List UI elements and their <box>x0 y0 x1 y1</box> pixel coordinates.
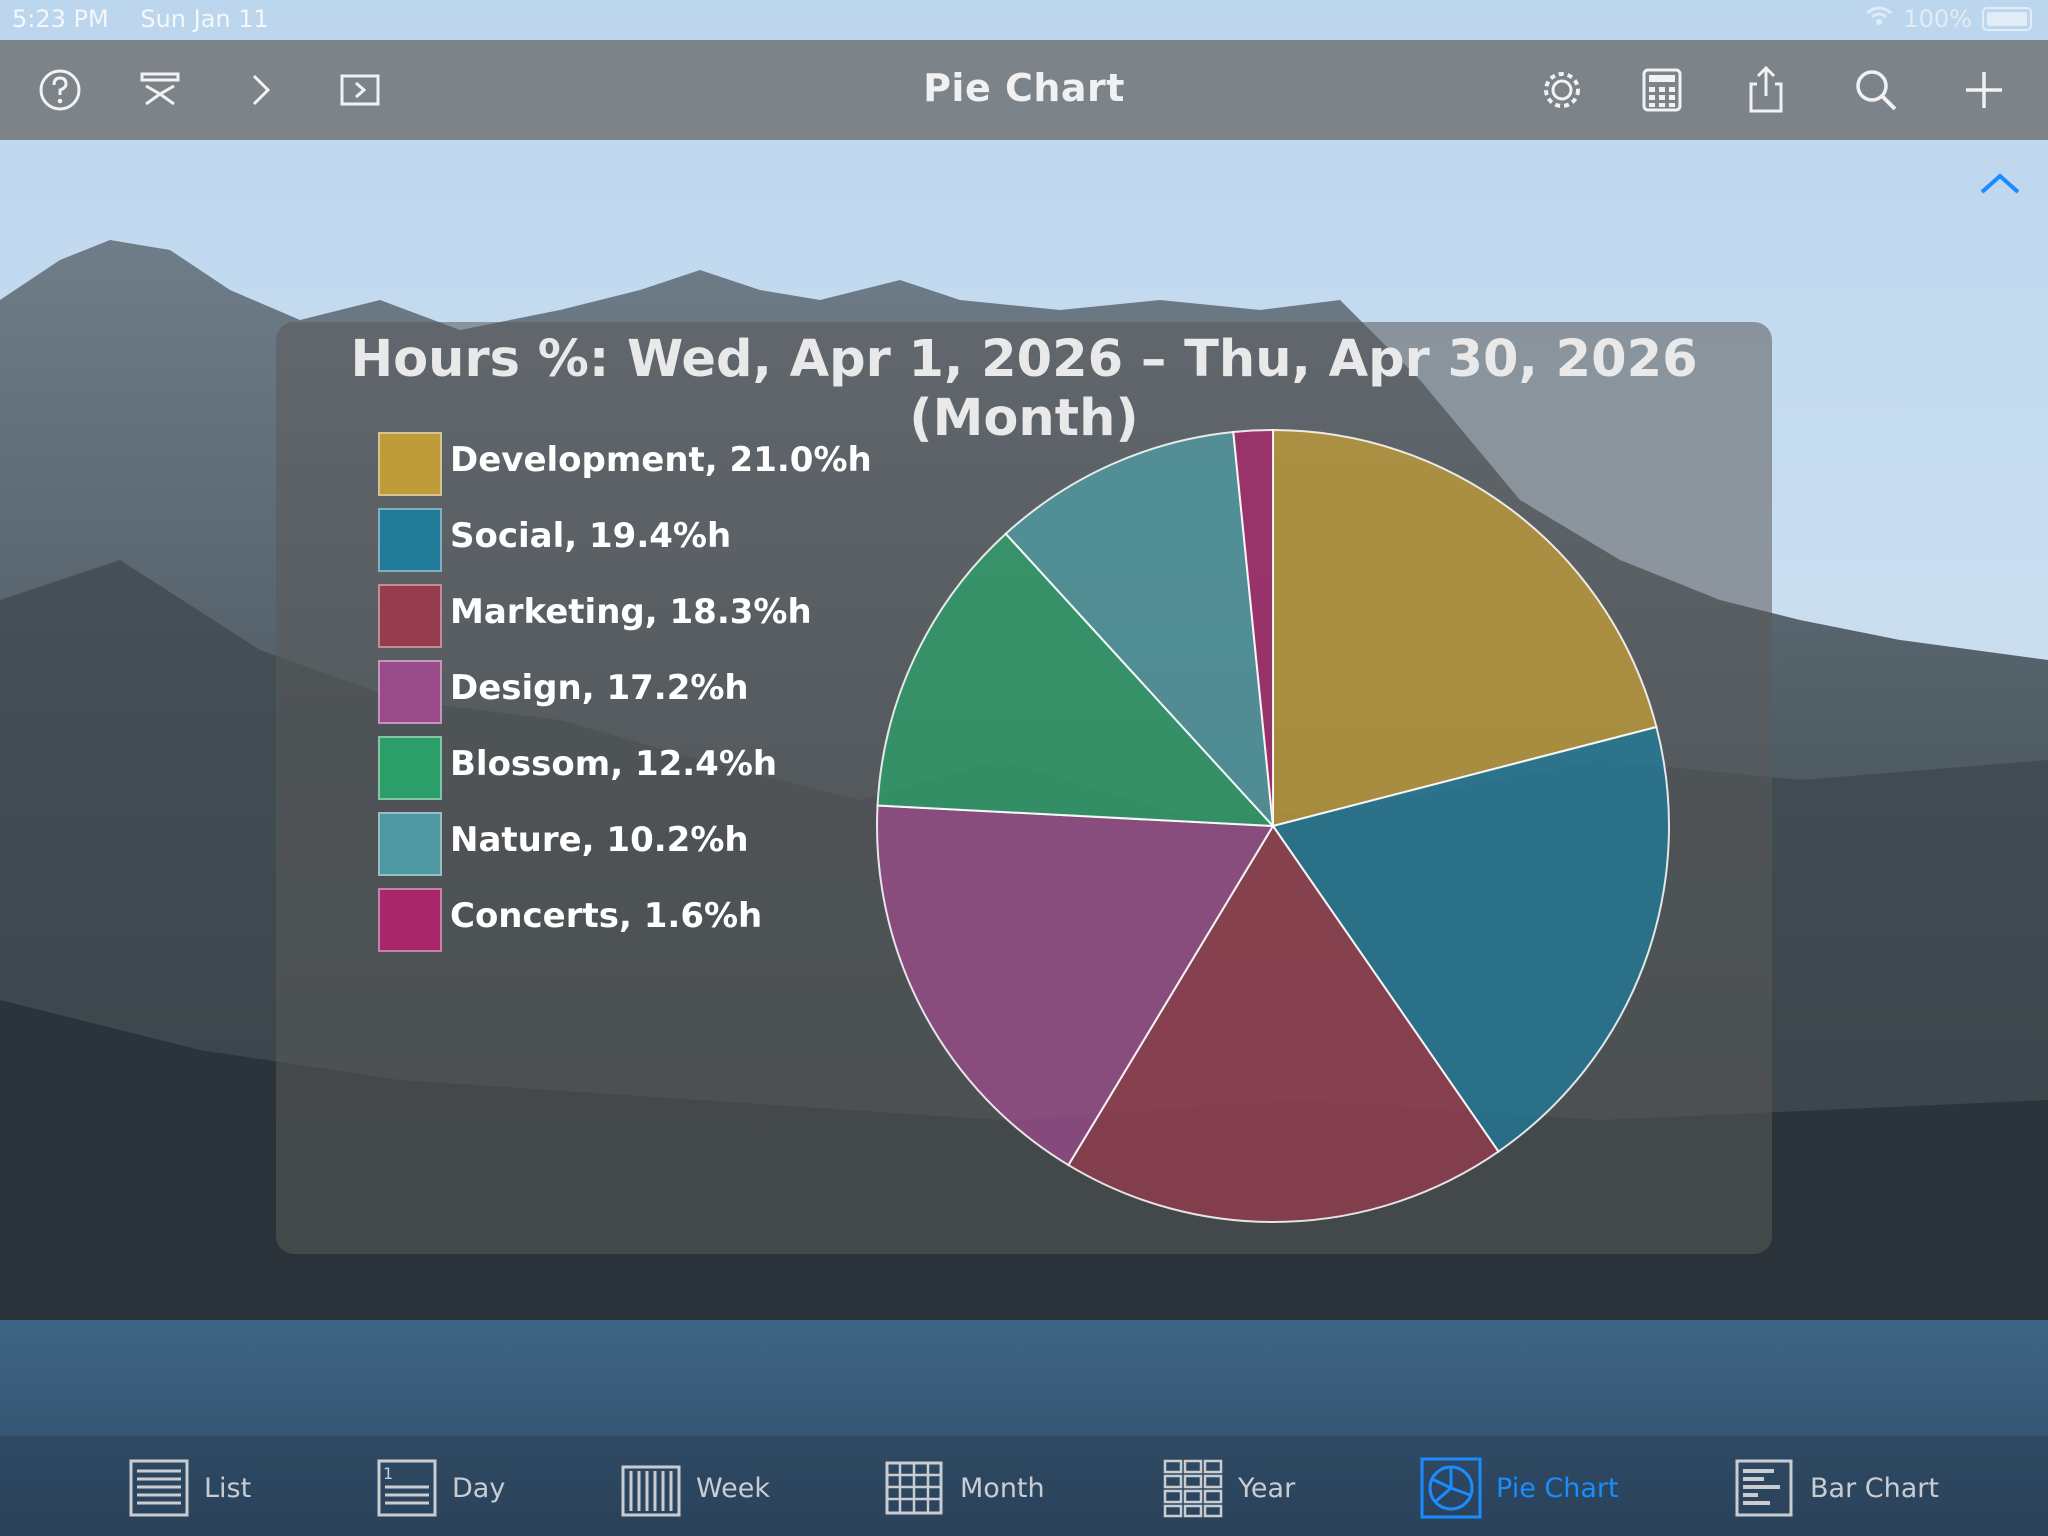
svg-text:1: 1 <box>383 1464 393 1483</box>
tab-label: List <box>204 1472 252 1504</box>
month-icon <box>885 1461 943 1515</box>
legend-swatch <box>378 432 442 496</box>
calculator-icon[interactable] <box>1636 64 1688 116</box>
tab-label: Year <box>1238 1472 1296 1504</box>
search-icon[interactable] <box>1850 64 1902 116</box>
tab-year[interactable]: Year <box>1162 1456 1295 1520</box>
plus-icon[interactable] <box>1958 64 2010 116</box>
year-icon <box>1163 1459 1223 1518</box>
legend-label: Nature, 10.2%h <box>450 820 749 860</box>
legend-label: Concerts, 1.6%h <box>450 896 763 936</box>
chevron-up-icon[interactable] <box>1978 168 2022 198</box>
legend-label: Blossom, 12.4%h <box>450 744 778 784</box>
battery-icon <box>1982 7 2032 31</box>
tab-label: Pie Chart <box>1496 1472 1619 1504</box>
day-icon: 1 <box>377 1459 437 1517</box>
tab-pie-chart[interactable]: Pie Chart <box>1420 1456 1619 1520</box>
pie-chart-icon <box>1420 1457 1482 1519</box>
legend-label: Design, 17.2%h <box>450 668 749 708</box>
gear-icon[interactable] <box>1536 64 1588 116</box>
navigation-bar: Pie Chart <box>0 40 2048 140</box>
tab-bar: List 1 Day Week Month Year Pie Chart Bar… <box>0 1436 2048 1536</box>
legend-label: Marketing, 18.3%h <box>450 592 812 632</box>
legend-swatch <box>378 812 442 876</box>
pie-chart-panel: Hours %: Wed, Apr 1, 2026 – Thu, Apr 30,… <box>276 322 1772 1254</box>
status-time: 5:23 PM <box>12 5 109 33</box>
tab-day[interactable]: 1 Day <box>376 1456 505 1520</box>
battery-percent: 100% <box>1903 5 1972 33</box>
legend-swatch <box>378 888 442 952</box>
tab-label: Month <box>960 1472 1045 1504</box>
wifi-icon <box>1865 5 1893 33</box>
legend-swatch <box>378 660 442 724</box>
list-icon <box>129 1459 189 1517</box>
chart-title: Hours %: Wed, Apr 1, 2026 – Thu, Apr 30,… <box>350 330 1698 448</box>
legend-swatch <box>378 736 442 800</box>
status-bar: 5:23 PM Sun Jan 11 100% <box>0 0 2048 40</box>
tab-list[interactable]: List <box>128 1456 251 1520</box>
week-icon <box>621 1465 681 1517</box>
share-icon[interactable] <box>1740 64 1792 116</box>
legend-label: Development, 21.0%h <box>450 440 872 480</box>
tab-week[interactable]: Week <box>620 1456 770 1520</box>
tab-label: Week <box>696 1472 770 1504</box>
tab-label: Bar Chart <box>1810 1472 1939 1504</box>
legend-swatch <box>378 508 442 572</box>
status-date: Sun Jan 11 <box>140 5 269 33</box>
tab-bar-chart[interactable]: Bar Chart <box>1734 1456 1939 1520</box>
tab-month[interactable]: Month <box>884 1456 1045 1520</box>
tab-label: Day <box>452 1472 506 1504</box>
bar-chart-icon <box>1735 1459 1793 1517</box>
legend-swatch <box>378 584 442 648</box>
legend-label: Social, 19.4%h <box>450 516 732 556</box>
